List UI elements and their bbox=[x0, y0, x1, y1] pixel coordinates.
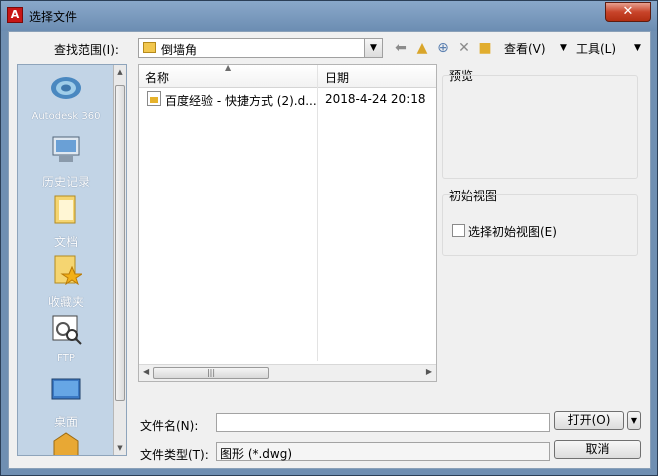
place-desktop[interactable]: 桌面 bbox=[18, 373, 114, 430]
place-label: Autodesk 360 bbox=[31, 111, 101, 122]
file-list[interactable]: ▲ 名称 日期 百度经验 - 快捷方式 (2).d... 2018-4-24 2… bbox=[138, 63, 437, 382]
back-arrow-icon[interactable]: ⬅ bbox=[393, 40, 409, 56]
place-label: FTP bbox=[57, 353, 75, 364]
place-label: 桌面 bbox=[53, 415, 78, 429]
history-icon bbox=[52, 136, 80, 162]
title-bar[interactable]: A 选择文件 ✕ bbox=[1, 1, 657, 31]
place-ftp[interactable]: FTP bbox=[18, 313, 114, 364]
filetype-value: 图形 (*.dwg) bbox=[220, 447, 293, 461]
scroll-down-arrow-icon[interactable]: ▼ bbox=[114, 441, 126, 455]
file-date: 2018-4-24 20:18 bbox=[325, 92, 426, 106]
filename-input[interactable] bbox=[216, 413, 550, 432]
file-row[interactable]: 百度经验 - 快捷方式 (2).d... 2018-4-24 20:18 bbox=[139, 89, 436, 109]
column-header-name[interactable]: 名称 bbox=[145, 69, 169, 86]
tools-menu[interactable]: 工具(L) bbox=[576, 40, 616, 57]
places-bar: Autodesk 360 历史记录 文档 收藏夹 FTP 桌面 ▲ ▼ bbox=[17, 64, 127, 456]
cloud-icon bbox=[51, 77, 81, 99]
file-list-header: ▲ 名称 日期 bbox=[139, 63, 436, 88]
open-dropdown-arrow-icon[interactable]: ▼ bbox=[627, 411, 641, 430]
filename-label: 文件名(N): bbox=[140, 419, 199, 433]
close-button[interactable]: ✕ bbox=[605, 2, 651, 22]
dialog-client-area: 查找范围(I): 倒墙角 ▼ ⬅ ▲ ⊕ ✕ ■ 查看(V) ▼ 工具(L) ▼ bbox=[8, 31, 651, 469]
place-autodesk-360[interactable]: Autodesk 360 bbox=[18, 71, 114, 122]
desktop-icon bbox=[51, 378, 81, 400]
chevron-down-icon[interactable]: ▼ bbox=[364, 39, 382, 57]
scroll-up-arrow-icon[interactable]: ▲ bbox=[114, 65, 126, 79]
lookin-value: 倒墙角 bbox=[161, 43, 198, 57]
folder-icon bbox=[143, 42, 156, 53]
window-title: 选择文件 bbox=[29, 10, 78, 24]
filetype-label: 文件类型(T): bbox=[140, 448, 209, 462]
autocad-app-icon: A bbox=[7, 7, 23, 23]
place-history[interactable]: 历史记录 bbox=[18, 133, 114, 190]
place-favorites[interactable]: 收藏夹 bbox=[18, 253, 114, 310]
ftp-icon bbox=[52, 315, 82, 345]
lookin-label: 查找范围(I): bbox=[54, 43, 119, 57]
delete-icon[interactable]: ✕ bbox=[456, 40, 472, 56]
tools-dropdown-arrow-icon[interactable]: ▼ bbox=[634, 43, 641, 53]
place-label: 历史记录 bbox=[41, 175, 90, 189]
filetype-combobox[interactable]: 图形 (*.dwg) bbox=[216, 442, 550, 461]
view-dropdown-arrow-icon[interactable]: ▼ bbox=[560, 43, 567, 53]
file-dialog-window: A 选择文件 ✕ 查找范围(I): 倒墙角 ▼ ⬅ ▲ ⊕ ✕ ■ 查看(V) … bbox=[0, 0, 658, 476]
favorites-folder-icon bbox=[54, 255, 84, 286]
column-separator bbox=[317, 65, 318, 361]
scroll-left-arrow-icon[interactable]: ◀ bbox=[143, 367, 149, 376]
select-initial-view-label[interactable]: 选择初始视图(E) bbox=[468, 223, 557, 240]
place-label: 文档 bbox=[53, 235, 78, 249]
select-initial-view-checkbox[interactable] bbox=[452, 224, 465, 237]
documents-folder-icon bbox=[54, 195, 76, 224]
new-folder-icon[interactable]: ■ bbox=[477, 40, 493, 56]
sort-ascending-icon: ▲ bbox=[225, 63, 232, 72]
preview-pane bbox=[442, 75, 638, 179]
shortcut-file-icon bbox=[147, 91, 161, 106]
search-web-icon[interactable]: ⊕ bbox=[435, 40, 451, 56]
folder-icon bbox=[53, 432, 79, 455]
scrollbar-thumb[interactable] bbox=[115, 85, 125, 401]
place-documents[interactable]: 文档 bbox=[18, 193, 114, 250]
up-folder-icon[interactable]: ▲ bbox=[414, 40, 430, 56]
view-menu[interactable]: 查看(V) bbox=[504, 40, 546, 57]
column-header-date[interactable]: 日期 bbox=[325, 69, 349, 86]
lookin-combobox[interactable]: 倒墙角 ▼ bbox=[138, 38, 383, 58]
scroll-right-arrow-icon[interactable]: ▶ bbox=[426, 367, 432, 376]
horizontal-scrollbar[interactable]: ◀ ||| ▶ bbox=[139, 364, 436, 381]
scrollbar-thumb[interactable]: ||| bbox=[153, 367, 269, 379]
place-label: 收藏夹 bbox=[47, 295, 84, 309]
place-more[interactable] bbox=[18, 431, 114, 455]
places-scrollbar[interactable]: ▲ ▼ bbox=[113, 65, 126, 455]
cancel-button[interactable]: 取消 bbox=[554, 440, 641, 459]
file-name: 百度经验 - 快捷方式 (2).d... bbox=[165, 94, 317, 108]
open-button[interactable]: 打开(O) bbox=[554, 411, 624, 430]
